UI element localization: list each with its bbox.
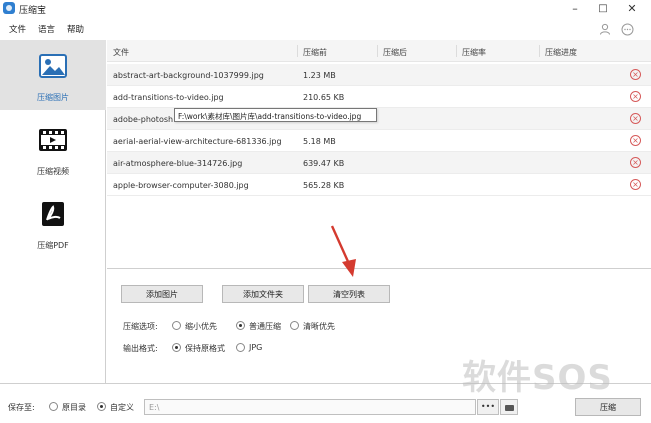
file-path-tooltip: F:\work\素材库\图片库\add-transitions-to-video…	[174, 108, 377, 122]
maximize-button[interactable]: □	[591, 1, 615, 16]
output-format-label: 输出格式:	[123, 344, 158, 353]
annotation-arrow	[330, 225, 356, 277]
column-before: 压缩前	[303, 48, 327, 57]
table-header: 文件 压缩前 压缩后 压缩率 压缩进度	[107, 40, 651, 62]
radio-original-dir-label: 原目录	[62, 403, 86, 412]
remove-icon[interactable]: ×	[630, 179, 641, 190]
column-ratio: 压缩率	[462, 48, 486, 57]
remove-icon[interactable]: ×	[630, 157, 641, 168]
chat-icon[interactable]	[620, 22, 634, 36]
file-list: 文件 压缩前 压缩后 压缩率 压缩进度 abstract-art-backgro…	[107, 40, 651, 268]
sidebar-item-compress-image[interactable]: 压缩图片	[0, 40, 106, 110]
remove-icon[interactable]: ×	[630, 91, 641, 102]
column-after: 压缩后	[383, 48, 407, 57]
add-folder-button[interactable]: 添加文件夹	[222, 285, 304, 303]
user-icon[interactable]	[598, 22, 612, 36]
open-folder-button[interactable]	[500, 399, 518, 415]
radio-normal-label: 普通压缩	[249, 322, 281, 331]
sidebar: 压缩图片 压缩视频 压缩PDF	[0, 40, 106, 383]
radio-smallest-label: 缩小优先	[185, 322, 217, 331]
file-name: aerial-aerial-view-architecture-681336.j…	[113, 137, 282, 146]
table-row[interactable]: air-atmosphere-blue-314726.jpg 639.47 KB…	[107, 152, 651, 174]
radio-jpg[interactable]	[236, 343, 245, 352]
file-name: abstract-art-background-1037999.jpg	[113, 71, 264, 80]
image-icon	[39, 54, 67, 78]
sidebar-item-label: 压缩PDF	[37, 241, 69, 250]
sidebar-item-label: 压缩图片	[37, 93, 69, 102]
browse-button[interactable]: •••	[477, 399, 499, 415]
file-size: 5.18 MB	[303, 137, 336, 146]
save-path-input[interactable]	[144, 399, 476, 415]
radio-clarity-label: 清晰优先	[303, 322, 335, 331]
menu-language[interactable]: 语言	[38, 23, 55, 35]
radio-smallest[interactable]	[172, 321, 181, 330]
app-logo-icon	[3, 2, 15, 14]
table-row[interactable]: apple-browser-computer-3080.jpg 565.28 K…	[107, 174, 651, 196]
window-title: 压缩宝	[19, 6, 47, 16]
menu-help[interactable]: 帮助	[67, 23, 84, 35]
sidebar-item-compress-pdf[interactable]: 压缩PDF	[0, 188, 106, 258]
sidebar-item-label: 压缩视频	[37, 167, 69, 176]
file-name: air-atmosphere-blue-314726.jpg	[113, 159, 243, 168]
radio-keep-format[interactable]	[172, 343, 181, 352]
column-progress: 压缩进度	[545, 48, 577, 57]
file-size: 210.65 KB	[303, 93, 345, 102]
radio-original-dir[interactable]	[49, 402, 58, 411]
file-size: 565.28 KB	[303, 181, 345, 190]
close-button[interactable]: ✕	[620, 1, 644, 16]
radio-clarity[interactable]	[290, 321, 299, 330]
table-row[interactable]: abstract-art-background-1037999.jpg 1.23…	[107, 64, 651, 86]
radio-normal[interactable]	[236, 321, 245, 330]
remove-icon[interactable]: ×	[630, 113, 641, 124]
pdf-icon	[42, 202, 64, 226]
remove-icon[interactable]: ×	[630, 69, 641, 80]
file-name: adobe-photosh	[113, 115, 174, 124]
radio-custom-dir[interactable]	[97, 402, 106, 411]
menu-file[interactable]: 文件	[9, 23, 26, 35]
compress-options-label: 压缩选项:	[123, 322, 158, 331]
compress-button[interactable]: 压缩	[575, 398, 641, 416]
radio-jpg-label: JPG	[249, 343, 263, 352]
title-bar: 压缩宝 – □ ✕	[0, 0, 651, 17]
file-name: add-transitions-to-video.jpg	[113, 93, 224, 102]
watermark-logo: 软件SOS	[462, 358, 613, 398]
table-row[interactable]: aerial-aerial-view-architecture-681336.j…	[107, 130, 651, 152]
sidebar-item-compress-video[interactable]: 压缩视频	[0, 114, 106, 184]
folder-icon	[505, 405, 514, 411]
minimize-button[interactable]: –	[563, 1, 587, 16]
file-size: 639.47 KB	[303, 159, 345, 168]
menu-bar: 文件 语言 帮助	[0, 17, 651, 40]
file-size: 1.23 MB	[303, 71, 336, 80]
column-file: 文件	[113, 48, 129, 57]
save-to-label: 保存至:	[8, 403, 35, 412]
table-row[interactable]: add-transitions-to-video.jpg 210.65 KB ×	[107, 86, 651, 108]
radio-custom-dir-label: 自定义	[110, 403, 134, 412]
add-image-button[interactable]: 添加图片	[121, 285, 203, 303]
video-icon	[39, 129, 67, 151]
radio-keep-format-label: 保持原格式	[185, 344, 225, 353]
remove-icon[interactable]: ×	[630, 135, 641, 146]
file-name: apple-browser-computer-3080.jpg	[113, 181, 249, 190]
clear-list-button[interactable]: 清空列表	[308, 285, 390, 303]
